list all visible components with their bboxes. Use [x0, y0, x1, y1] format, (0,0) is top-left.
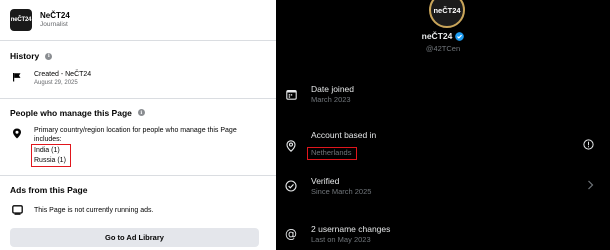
- account-based-in-label: Account based in: [311, 130, 377, 140]
- page-avatar-text: neČT24: [10, 17, 32, 23]
- verified-value: Since March 2025: [311, 187, 372, 197]
- verified-check-icon: [285, 180, 297, 192]
- verified-row[interactable]: Verified Since March 2025: [285, 176, 602, 197]
- page-avatar[interactable]: neČT24: [10, 9, 32, 31]
- created-date: August 29, 2025: [34, 80, 78, 87]
- page-name[interactable]: NeČT24: [40, 11, 70, 21]
- managers-description: Primary country/region location for peop…: [34, 126, 237, 143]
- history-created-row: Created - NeČT24 August 29, 2025: [0, 70, 276, 88]
- account-based-in-row: Account based in Netherlands: [285, 130, 602, 162]
- account-based-in-value: Netherlands: [307, 147, 358, 160]
- ads-title: Ads from this Page: [10, 185, 88, 196]
- history-section-title: History i: [0, 51, 276, 61]
- page-header: neČT24 NeČT24 Journalist: [0, 0, 276, 40]
- at-sign-icon: @: [285, 227, 297, 242]
- username-changes-value: Last on May 2023: [311, 235, 371, 245]
- username-changes-row: @ 2 username changes Last on May 2023: [285, 224, 602, 245]
- chevron-right-icon: [587, 177, 594, 195]
- page-category: Journalist: [40, 20, 68, 28]
- info-icon[interactable]: i: [137, 109, 145, 117]
- profile-avatar-text: neČT24: [433, 5, 461, 15]
- countries-highlight-box: India (1) Russia (1): [31, 144, 71, 168]
- divider: [0, 175, 276, 177]
- alert-info-icon[interactable]: [583, 137, 594, 155]
- divider: [0, 97, 276, 99]
- x-account-info-panel: neČT24 neČT24 @42TCen Date joined March …: [276, 0, 610, 250]
- managers-section-title: People who manage this Page i: [0, 108, 276, 118]
- facebook-page-transparency-panel: neČT24 NeČT24 Journalist History i Creat…: [0, 0, 276, 250]
- divider: [0, 40, 276, 41]
- managers-location-row: Primary country/region location for peop…: [0, 126, 276, 168]
- country-russia: Russia (1): [34, 156, 66, 164]
- verified-label: Verified: [311, 176, 340, 186]
- created-label: Created - NeČT24: [34, 71, 92, 78]
- flag-icon: [10, 70, 24, 88]
- verified-badge-icon: [455, 31, 465, 41]
- location-pin-icon: [10, 126, 24, 168]
- date-joined-row: Date joined March 2023: [285, 84, 602, 105]
- profile-name-row: neČT24: [276, 31, 610, 41]
- managers-title: People who manage this Page: [10, 107, 132, 118]
- ads-section-title: Ads from this Page: [0, 185, 276, 195]
- go-to-ad-library-button[interactable]: Go to Ad Library: [10, 228, 259, 247]
- date-joined-value: March 2023: [311, 95, 351, 105]
- date-joined-label: Date joined: [311, 84, 355, 94]
- country-india: India (1): [34, 147, 60, 155]
- calendar-icon: [285, 88, 297, 100]
- info-icon[interactable]: i: [45, 52, 53, 60]
- username-changes-label: 2 username changes: [311, 224, 391, 234]
- profile-handle: @42TCen: [425, 44, 461, 53]
- location-icon: [285, 140, 297, 152]
- display-name[interactable]: neČT24: [422, 31, 453, 41]
- ads-status-row: This Page is not currently running ads.: [0, 205, 276, 216]
- ads-status-text: This Page is not currently running ads.: [34, 206, 154, 214]
- history-title: History: [10, 51, 40, 61]
- profile-avatar[interactable]: neČT24: [429, 0, 465, 28]
- ad-monitor-icon: [10, 205, 24, 216]
